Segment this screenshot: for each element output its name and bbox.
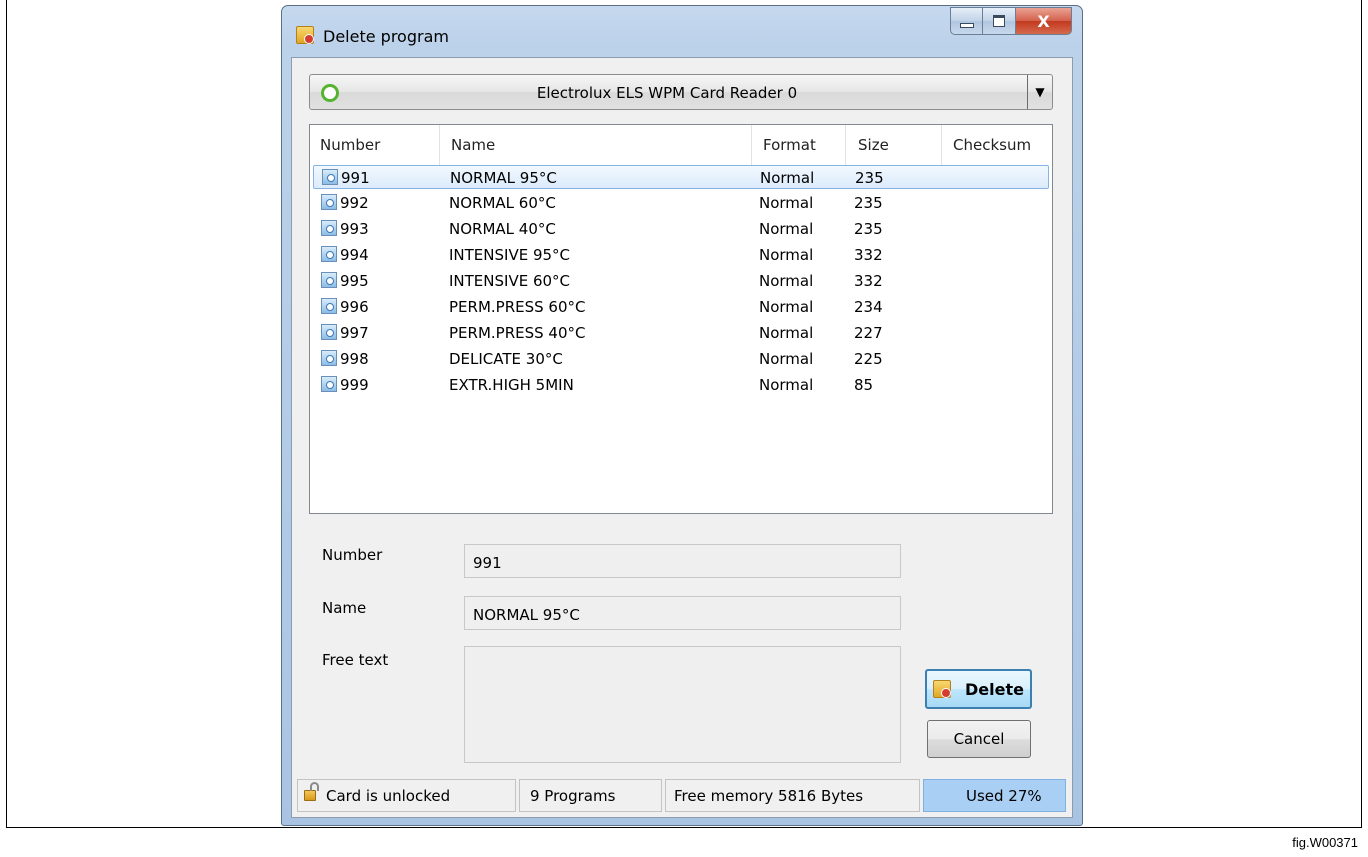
name-label: Name [322,599,367,617]
row-name: PERM.PRESS 60°C [449,298,586,316]
column-header-checksum[interactable]: Checksum [942,125,1052,165]
row-format: Normal [759,220,814,238]
table-row[interactable]: 992 NORMAL 60°C Normal 235 [313,191,1049,215]
column-header-name[interactable]: Name [440,125,752,165]
row-size: 227 [854,324,883,342]
table-row[interactable]: 993 NORMAL 40°C Normal 235 [313,217,1049,241]
program-file-icon [321,298,337,314]
window-controls: X [950,7,1072,35]
row-number: 994 [340,246,369,264]
lock-status: Card is unlocked [297,779,516,812]
card-reader-select[interactable]: Electrolux ELS WPM Card Reader 0 ▼ [309,74,1053,110]
row-name: EXTR.HIGH 5MIN [449,376,574,394]
row-size: 225 [854,350,883,368]
row-format: Normal [759,350,814,368]
chevron-down-icon: ▼ [1035,85,1045,99]
app-icon [296,26,314,44]
program-file-icon [321,324,337,340]
row-number: 999 [340,376,369,394]
column-header-size[interactable]: Size [846,125,942,165]
row-size: 85 [854,376,874,394]
lock-status-text: Card is unlocked [326,787,451,805]
row-format: Normal [759,324,814,342]
row-name: NORMAL 40°C [449,220,556,238]
table-row[interactable]: 994 INTENSIVE 95°C Normal 332 [313,243,1049,267]
row-name: DELICATE 30°C [449,350,563,368]
row-size: 332 [854,272,883,290]
row-name: PERM.PRESS 40°C [449,324,586,342]
column-header-format[interactable]: Format [752,125,846,165]
program-list[interactable]: Number Name Format Size Checksum 991 NOR… [309,124,1053,514]
program-file-icon [321,220,337,236]
row-size: 234 [854,298,883,316]
number-field[interactable]: 991 [464,544,901,578]
row-format: Normal [759,272,814,290]
close-icon: X [1037,11,1050,31]
row-format: Normal [759,194,814,212]
unlocked-padlock-icon [304,782,319,801]
row-format: Normal [759,298,814,316]
column-header-number[interactable]: Number [310,125,440,165]
program-file-icon [321,350,337,366]
card-reader-label: Electrolux ELS WPM Card Reader 0 [536,84,798,102]
figure-label: fig.W00371 [1292,835,1358,850]
program-file-icon [321,376,337,392]
minimize-icon [959,23,974,28]
program-file-icon [321,194,337,210]
row-size: 235 [855,169,884,187]
status-bar: Card is unlocked 9 Programs Free memory … [297,779,1066,812]
row-name: NORMAL 95°C [450,169,557,187]
table-row[interactable]: 999 EXTR.HIGH 5MIN Normal 85 [313,373,1049,397]
list-header: Number Name Format Size Checksum [310,125,1052,165]
table-row[interactable]: 996 PERM.PRESS 60°C Normal 234 [313,295,1049,319]
number-label: Number [322,546,383,564]
row-number: 993 [340,220,369,238]
row-format: Normal [759,246,814,264]
row-number: 995 [340,272,369,290]
delete-program-window: Delete program X Electrolux ELS WPM Card… [281,5,1083,826]
table-row[interactable]: 998 DELICATE 30°C Normal 225 [313,347,1049,371]
table-row[interactable]: 997 PERM.PRESS 40°C Normal 227 [313,321,1049,345]
delete-button[interactable]: Delete [925,669,1032,709]
memory-used-indicator: Used 27% [923,779,1066,812]
row-size: 235 [854,220,883,238]
program-file-icon [322,169,338,185]
table-row[interactable]: 991 NORMAL 95°C Normal 235 [313,165,1049,189]
program-file-icon [321,272,337,288]
row-name: NORMAL 60°C [449,194,556,212]
row-number: 997 [340,324,369,342]
row-number: 992 [340,194,369,212]
row-number: 998 [340,350,369,368]
free-memory: Free memory 5816 Bytes [665,779,920,812]
window-title: Delete program [323,27,449,46]
free-text-field[interactable] [464,646,901,763]
close-button[interactable]: X [1016,7,1072,35]
title-bar[interactable]: Delete program X [282,6,1082,56]
maximize-button[interactable] [983,7,1016,35]
table-row[interactable]: 995 INTENSIVE 60°C Normal 332 [313,269,1049,293]
minimize-button[interactable] [950,7,983,35]
free-text-label: Free text [322,651,389,669]
name-field[interactable]: NORMAL 95°C [464,596,901,630]
row-format: Normal [759,376,814,394]
program-count: 9 Programs [519,779,662,812]
row-format: Normal [760,169,815,187]
client-area: Electrolux ELS WPM Card Reader 0 ▼ Numbe… [291,57,1073,818]
dropdown-arrow-button[interactable]: ▼ [1027,75,1052,109]
row-size: 332 [854,246,883,264]
cancel-button-label: Cancel [953,730,1005,748]
row-number: 991 [341,169,370,187]
row-size: 235 [854,194,883,212]
delete-button-label: Delete [965,679,1024,699]
row-name: INTENSIVE 95°C [449,246,571,264]
delete-program-icon [933,680,952,698]
program-file-icon [321,246,337,262]
cancel-button[interactable]: Cancel [927,720,1031,758]
row-number: 996 [340,298,369,316]
maximize-icon [993,15,1005,27]
row-name: INTENSIVE 60°C [449,272,571,290]
